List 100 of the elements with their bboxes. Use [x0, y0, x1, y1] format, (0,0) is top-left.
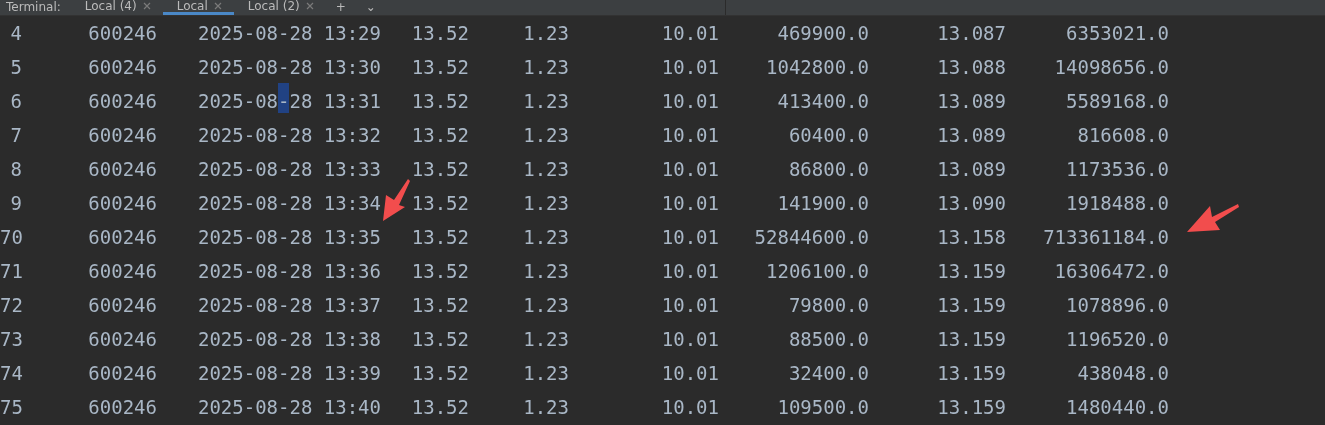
add-tab-button[interactable]: +	[325, 0, 356, 15]
table-cell-text: 2025-08-28 13:39	[197, 360, 381, 386]
table-cell-text: 13.52	[411, 258, 469, 284]
table-cell-text: 1.23	[523, 224, 569, 250]
table-cell-text: 2025-08-28 13:30	[197, 54, 381, 80]
table-cell-text: 13.159	[937, 360, 1006, 386]
table-cell-text: 2025-08-28 13:37	[197, 292, 381, 318]
table-cell-text: 10.01	[661, 122, 719, 148]
table-cell-text: 10.01	[661, 292, 719, 318]
table-cell-text: 1.23	[523, 258, 569, 284]
table-cell-text: 13.090	[937, 190, 1006, 216]
table-cell-text: 10.01	[661, 224, 719, 250]
row-number: 70	[0, 224, 23, 250]
table-cell-text: 13.087	[937, 20, 1006, 46]
terminal-tab[interactable]: Local (4)	[70, 0, 163, 15]
table-cell-text: 13.52	[411, 224, 469, 250]
table-cell-text: 600246	[88, 156, 157, 182]
table-cell-text: 10.01	[661, 258, 719, 284]
table-cell-text: 600246	[88, 20, 157, 46]
table-cell-text: 10.01	[661, 326, 719, 352]
table-cell-text: 13.52	[411, 292, 469, 318]
table-cell-text: 2025-08-28 13:34	[197, 190, 381, 216]
dropdown-button[interactable]: ⌄	[355, 0, 386, 15]
table-cell-text: 10.01	[661, 88, 719, 114]
terminal-tab[interactable]: Local	[162, 0, 234, 15]
table-cell-text: 1.23	[523, 88, 569, 114]
row-number: 74	[0, 360, 23, 386]
table-cell-text: 600246	[88, 326, 157, 352]
table-cell-text: 13.088	[937, 54, 1006, 80]
row-number: 73	[0, 326, 23, 352]
table-cell-text: 2025-08-28 13:35	[197, 224, 381, 250]
table-cell-text: 600246	[88, 258, 157, 284]
table-cell-text: 1.23	[523, 394, 569, 420]
close-icon[interactable]	[213, 2, 222, 10]
table-cell-text: 1206100.0	[766, 258, 869, 284]
table-cell-text: 413400.0	[777, 88, 869, 114]
terminal-tab[interactable]: Local (2)	[233, 0, 326, 15]
table-cell-text: 2025-08-28 13:29	[197, 20, 381, 46]
table-cell-text: 438048.0	[1077, 360, 1169, 386]
table-cell-text: 52844600.0	[754, 224, 869, 250]
table-cell-text: 13.159	[937, 258, 1006, 284]
row-number: 9	[10, 190, 22, 216]
table-cell-text: 10.01	[661, 156, 719, 182]
table-cell-text: 13.089	[937, 122, 1006, 148]
table-cell-text: 600246	[88, 394, 157, 420]
table-cell-text: 13.159	[937, 326, 1006, 352]
arrow-annotation	[1184, 202, 1240, 234]
table-cell-text: 86800.0	[788, 156, 869, 182]
table-cell-text: 600246	[88, 122, 157, 148]
row-number: 4	[10, 20, 22, 46]
table-cell-text: 13.159	[937, 292, 1006, 318]
table-cell-text: 13.52	[411, 88, 469, 114]
table-cell-text: 14098656.0	[1054, 54, 1169, 80]
table-cell-text: 6353021.0	[1066, 20, 1169, 46]
table-cell-text: 10.01	[661, 20, 719, 46]
table-cell-text: 13.52	[411, 360, 469, 386]
table-cell-text: 13.089	[937, 88, 1006, 114]
table-cell-text: 13.089	[937, 156, 1006, 182]
table-cell-text: 1.23	[523, 292, 569, 318]
row-number: 7	[10, 122, 22, 148]
row-number: 72	[0, 292, 23, 318]
table-cell-text: 1.23	[523, 190, 569, 216]
table-cell-text: 13.52	[411, 20, 469, 46]
table-cell-text: 1.23	[523, 54, 569, 80]
table-cell-text: 2025-08-28 13:36	[197, 258, 381, 284]
table-cell-text: 5589168.0	[1066, 88, 1169, 114]
table-cell-text: 32400.0	[788, 360, 869, 386]
table-cell-text: 141900.0	[777, 190, 869, 216]
table-cell-text: 1.23	[523, 326, 569, 352]
table-cell-text: 1196520.0	[1066, 326, 1169, 352]
table-cell-text: 13.52	[411, 54, 469, 80]
table-cell-text: 109500.0	[777, 394, 869, 420]
close-icon[interactable]	[142, 2, 151, 10]
table-cell-text: 16306472.0	[1054, 258, 1169, 284]
table-cell-text: 600246	[88, 88, 157, 114]
close-icon[interactable]	[305, 2, 314, 10]
table-cell-text: 1.23	[523, 360, 569, 386]
table-cell-text: 13.52	[411, 190, 469, 216]
table-cell-text: 13.52	[411, 326, 469, 352]
table-cell-text: 13.52	[411, 156, 469, 182]
table-cell-text: 1480440.0	[1066, 394, 1169, 420]
table-cell-text: 600246	[88, 54, 157, 80]
table-cell-text: 1078896.0	[1066, 292, 1169, 318]
row-number: 8	[10, 156, 22, 182]
table-cell-text: 600246	[88, 190, 157, 216]
table-cell-text: 60400.0	[788, 122, 869, 148]
table-cell-text: 10.01	[661, 394, 719, 420]
table-cell-text: 1042800.0	[766, 54, 869, 80]
table-cell-text: 2025-08-28 13:33	[197, 156, 381, 182]
table-cell-text: 469900.0	[777, 20, 869, 46]
table-cell-text: 79800.0	[788, 292, 869, 318]
table-cell-text: 713361184.0	[1043, 224, 1169, 250]
row-number: 6	[10, 88, 22, 114]
table-cell-text: 13.52	[411, 122, 469, 148]
table-cell-text: 10.01	[661, 360, 719, 386]
table-cell-text: 10.01	[661, 190, 719, 216]
table-cell-text: 1918488.0	[1066, 190, 1169, 216]
table-cell-text: 2025-08-28 13:38	[197, 326, 381, 352]
row-number: 75	[0, 394, 23, 420]
table-cell-text: 1.23	[523, 20, 569, 46]
